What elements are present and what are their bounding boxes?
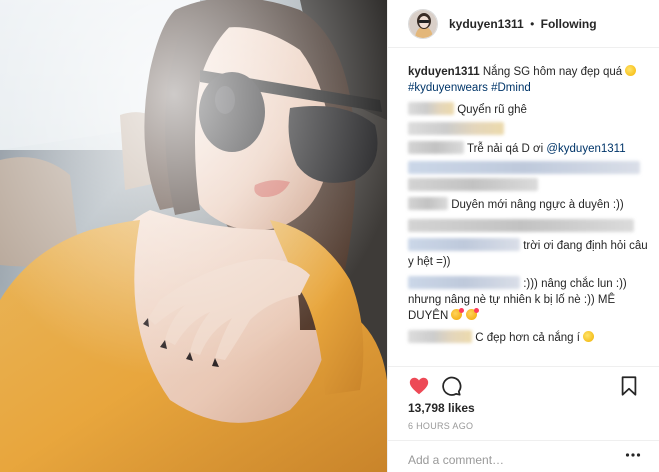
laugh-emoji-icon xyxy=(583,331,595,342)
likes-count[interactable]: 13,798 likes xyxy=(408,401,475,415)
caption-username[interactable]: kyduyen1311 xyxy=(408,66,480,78)
blurred-username xyxy=(408,238,520,251)
comment-item xyxy=(408,219,648,232)
selfie-image xyxy=(0,0,387,472)
post-header: kyduyen1311 • Following xyxy=(388,0,659,48)
heart-filled-icon[interactable] xyxy=(408,375,430,397)
add-comment-bar xyxy=(388,440,659,472)
header-username[interactable]: kyduyen1311 xyxy=(449,17,524,31)
kiss-emoji-icon xyxy=(465,308,479,320)
comment-text: C đẹp hơn cả nắng í xyxy=(475,332,580,344)
caption-text: Nắng SG hôm nay đẹp quá xyxy=(482,66,623,78)
comment-list: kyduyen1311 Nắng SG hôm nay đẹp quá #kyd… xyxy=(408,64,648,352)
bookmark-icon[interactable] xyxy=(618,375,640,397)
more-options-icon[interactable] xyxy=(625,449,641,457)
comment-input[interactable] xyxy=(408,453,608,467)
blurred-username xyxy=(408,141,464,154)
mention-link[interactable]: @kyduyen1311 xyxy=(546,143,625,155)
comment-text: Duyên mới nâng ngực à duyên :)) xyxy=(451,199,624,211)
blurred-text xyxy=(408,219,634,232)
comment-bubble-icon[interactable] xyxy=(440,375,462,397)
post-photo[interactable] xyxy=(0,0,387,472)
blurred-username xyxy=(408,276,520,289)
header-separator: • xyxy=(530,16,535,31)
hashtag-link[interactable]: #kyduyenwears xyxy=(408,82,488,94)
blurred-username xyxy=(408,330,472,343)
blurred-text xyxy=(408,122,504,135)
comment-item: :))) nâng chắc lun :)) nhưng nâng nè tự … xyxy=(408,276,648,324)
smile-emoji-icon xyxy=(625,65,637,76)
comment-item: Quyển rũ ghê xyxy=(408,102,648,135)
profile-avatar-icon[interactable] xyxy=(408,8,438,39)
post-caption: kyduyen1311 Nắng SG hôm nay đẹp quá #kyd… xyxy=(408,64,648,96)
post-sidebar: kyduyen1311 • Following kyduyen1311 Nắng… xyxy=(387,0,659,472)
comment-item: C đẹp hơn cả nắng í xyxy=(408,330,648,346)
blurred-text xyxy=(408,178,538,191)
comment-item: Trễ nải qá D ơi @kyduyen1311 xyxy=(408,141,648,191)
blurred-text xyxy=(408,161,640,174)
hashtag-link[interactable]: #Dmind xyxy=(491,82,531,94)
action-bar xyxy=(388,366,659,400)
kiss-emoji-icon xyxy=(451,308,465,320)
comment-item: Duyên mới nâng ngực à duyên :)) xyxy=(408,197,648,213)
following-button[interactable]: Following xyxy=(541,17,597,31)
instagram-post: kyduyen1311 • Following kyduyen1311 Nắng… xyxy=(0,0,659,472)
blurred-username xyxy=(408,102,454,115)
blurred-username xyxy=(408,197,448,210)
post-timestamp[interactable]: 6 HOURS AGO xyxy=(408,421,473,431)
comment-item: trời ơi đang định hỏi câu y hệt =)) xyxy=(408,238,648,270)
comment-text: Quyển rũ ghê xyxy=(457,104,527,116)
comment-text: Trễ nải qá D ơi xyxy=(467,143,544,155)
